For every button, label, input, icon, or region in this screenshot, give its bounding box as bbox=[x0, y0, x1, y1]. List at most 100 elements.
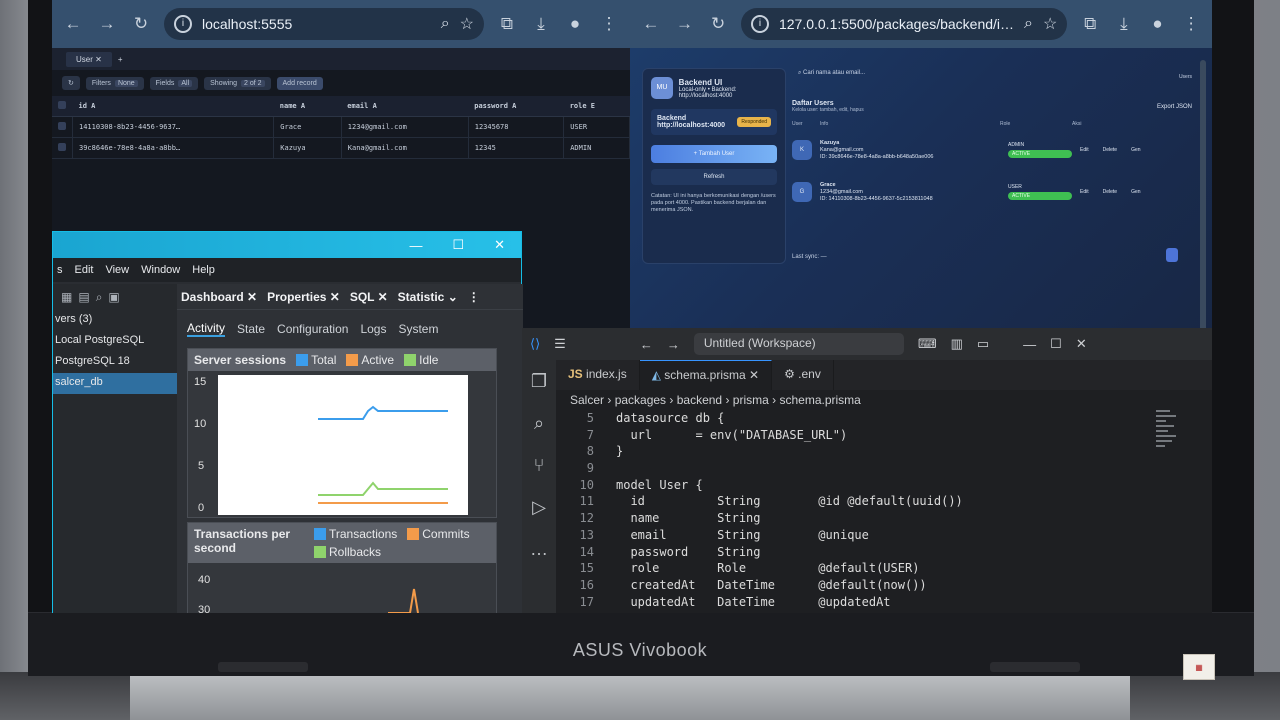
terminal-icon[interactable]: ▣ bbox=[108, 290, 119, 304]
table-cell[interactable]: 12345 bbox=[468, 137, 565, 159]
menu-hamburger-icon[interactable]: ☰ bbox=[554, 336, 566, 352]
export-json-button[interactable]: Export JSON bbox=[1157, 104, 1192, 110]
refresh-button[interactable]: ↻ bbox=[62, 76, 80, 90]
edit-button[interactable]: Edit bbox=[1080, 147, 1089, 153]
table-cell[interactable]: USER bbox=[563, 116, 630, 138]
table-cell[interactable]: 14110308-8b23-4456-9637… bbox=[72, 116, 275, 138]
search-icon[interactable]: ⌕ bbox=[96, 290, 103, 305]
source-control-icon[interactable]: ⑂ bbox=[522, 444, 556, 486]
download-icon[interactable]: ⤓ bbox=[530, 14, 552, 34]
profile-avatar-icon[interactable]: ● bbox=[564, 14, 586, 34]
breadcrumb-item[interactable]: packages bbox=[615, 393, 666, 407]
close-tab-icon[interactable]: ✕ bbox=[749, 368, 759, 382]
command-center[interactable]: Untitled (Workspace) bbox=[693, 333, 904, 355]
back-arrow-icon[interactable]: ← bbox=[640, 14, 662, 34]
breadcrumb-item[interactable]: schema.prisma bbox=[779, 393, 860, 407]
filter-icon[interactable]: ▤ bbox=[78, 290, 89, 304]
more-icon[interactable]: … bbox=[522, 528, 556, 570]
checkbox-icon[interactable] bbox=[58, 101, 66, 109]
fields-button[interactable]: Fields All bbox=[149, 76, 199, 90]
table-cell[interactable]: Kana@gmail.com bbox=[341, 137, 469, 159]
zoom-icon[interactable]: ⌕ bbox=[441, 15, 450, 33]
search-icon[interactable]: ⌕ bbox=[522, 402, 556, 444]
tab-env[interactable]: ⚙ .env bbox=[772, 360, 834, 390]
maximize-icon[interactable]: ☐ bbox=[1050, 336, 1062, 352]
address-bar[interactable]: i localhost:5555 ⌕ ☆ bbox=[164, 8, 484, 40]
subtab-logs[interactable]: Logs bbox=[360, 322, 386, 336]
breadcrumb-item[interactable]: Salcer bbox=[570, 393, 604, 407]
menu-item[interactable]: s bbox=[57, 264, 63, 276]
maximize-icon[interactable]: ☐ bbox=[452, 237, 464, 253]
delete-button[interactable]: Delete bbox=[1103, 189, 1117, 195]
column-header[interactable]: id A bbox=[72, 96, 274, 117]
menu-item-view[interactable]: View bbox=[105, 264, 129, 276]
tree-item[interactable]: vers (3) bbox=[53, 310, 177, 331]
page-scrollbar[interactable] bbox=[1200, 60, 1206, 330]
floating-action-button[interactable] bbox=[1166, 248, 1178, 262]
user-row[interactable]: G Grace 1234@gmail.com ID: 14110308-8b23… bbox=[792, 173, 1192, 211]
checkbox-icon[interactable] bbox=[58, 122, 66, 130]
table-cell[interactable]: 39c8646e-78e8-4a8a-a8bb… bbox=[72, 137, 275, 159]
add-record-button[interactable]: Add record bbox=[276, 76, 323, 90]
forward-arrow-icon[interactable]: → bbox=[667, 337, 680, 352]
search-input[interactable]: ⌕ Cari nama atau email... bbox=[798, 70, 865, 77]
code-editor[interactable]: 5 datasource db { 7 url = env("DATABASE_U… bbox=[556, 410, 1152, 610]
back-arrow-icon[interactable]: ← bbox=[640, 337, 653, 352]
table-cell[interactable]: 1234@gmail.com bbox=[341, 116, 469, 138]
table-cell[interactable]: ADMIN bbox=[563, 137, 630, 159]
breadcrumb-item[interactable]: prisma bbox=[733, 393, 769, 407]
column-header[interactable]: name A bbox=[273, 96, 342, 117]
extensions-icon[interactable]: ⧉ bbox=[496, 14, 518, 34]
forward-arrow-icon[interactable]: → bbox=[674, 14, 696, 34]
forward-arrow-icon[interactable]: → bbox=[96, 14, 118, 34]
more-kebab-icon[interactable]: ⋮ bbox=[468, 290, 480, 304]
reload-icon[interactable]: ↻ bbox=[130, 14, 152, 34]
gen-button[interactable]: Gen bbox=[1131, 147, 1140, 153]
table-cell[interactable]: 12345678 bbox=[468, 116, 565, 138]
table-row[interactable]: 39c8646e-78e8-4a8a-a8bb… Kazuya Kana@gma… bbox=[52, 137, 630, 159]
tab-statistics[interactable]: Statistic ⌄ bbox=[398, 290, 458, 304]
tree-item-selected[interactable]: salcer_db bbox=[53, 373, 177, 394]
add-tab-icon[interactable]: + bbox=[118, 55, 123, 64]
table-cell[interactable]: Grace bbox=[273, 116, 342, 138]
row-select-cell[interactable] bbox=[52, 116, 73, 138]
copilot-icon[interactable]: ⌨ bbox=[918, 336, 937, 352]
minimize-icon[interactable]: — bbox=[409, 238, 422, 253]
address-bar[interactable]: i 127.0.0.1:5500/packages/backend/i… ⌕ ☆ bbox=[740, 8, 1068, 40]
close-icon[interactable]: ✕ bbox=[1076, 336, 1087, 352]
site-info-icon[interactable]: i bbox=[174, 15, 192, 33]
minimap[interactable] bbox=[1156, 410, 1176, 510]
bookmark-star-icon[interactable]: ☆ bbox=[1043, 14, 1057, 34]
minimize-icon[interactable]: — bbox=[1023, 337, 1036, 352]
explorer-icon[interactable]: ❐ bbox=[522, 360, 556, 402]
tab-index-js[interactable]: JS index.js bbox=[556, 360, 640, 390]
subtab-state[interactable]: State bbox=[237, 322, 265, 336]
add-user-button[interactable]: + Tambah User bbox=[651, 145, 777, 163]
back-arrow-icon[interactable]: ← bbox=[62, 14, 84, 34]
table-icon[interactable]: ▦ bbox=[61, 290, 72, 304]
column-header[interactable]: password A bbox=[468, 96, 564, 117]
showing-button[interactable]: Showing 2 of 2 bbox=[204, 76, 271, 90]
site-info-icon[interactable]: i bbox=[750, 15, 769, 33]
table-row[interactable]: 14110308-8b23-4456-9637… Grace 1234@gmai… bbox=[52, 116, 630, 138]
tree-item[interactable]: PostgreSQL 18 bbox=[53, 352, 177, 373]
download-icon[interactable]: ⤓ bbox=[1113, 14, 1135, 34]
table-cell[interactable]: Kazuya bbox=[273, 137, 342, 159]
url-text[interactable]: localhost:5555 bbox=[202, 16, 431, 32]
gen-button[interactable]: Gen bbox=[1131, 189, 1140, 195]
select-all-cell[interactable] bbox=[52, 96, 73, 117]
menu-kebab-icon[interactable]: ⋮ bbox=[598, 14, 620, 34]
panel-toggle-icon[interactable]: ▭ bbox=[977, 336, 989, 352]
tab-user[interactable]: User ✕ bbox=[66, 51, 112, 67]
checkbox-icon[interactable] bbox=[58, 143, 66, 151]
column-header[interactable]: role E bbox=[563, 96, 630, 117]
menu-item-window[interactable]: Window bbox=[141, 264, 180, 276]
reload-icon[interactable]: ↻ bbox=[707, 14, 729, 34]
refresh-button[interactable]: Refresh bbox=[651, 169, 777, 185]
menu-item-help[interactable]: Help bbox=[192, 264, 215, 276]
layout-icon[interactable]: ▥ bbox=[951, 336, 963, 352]
menu-item-edit[interactable]: Edit bbox=[75, 264, 94, 276]
run-debug-icon[interactable]: ▷ bbox=[522, 486, 556, 528]
tree-item[interactable]: Local PostgreSQL bbox=[53, 331, 177, 352]
tab-sql[interactable]: SQL ✕ bbox=[350, 290, 388, 304]
